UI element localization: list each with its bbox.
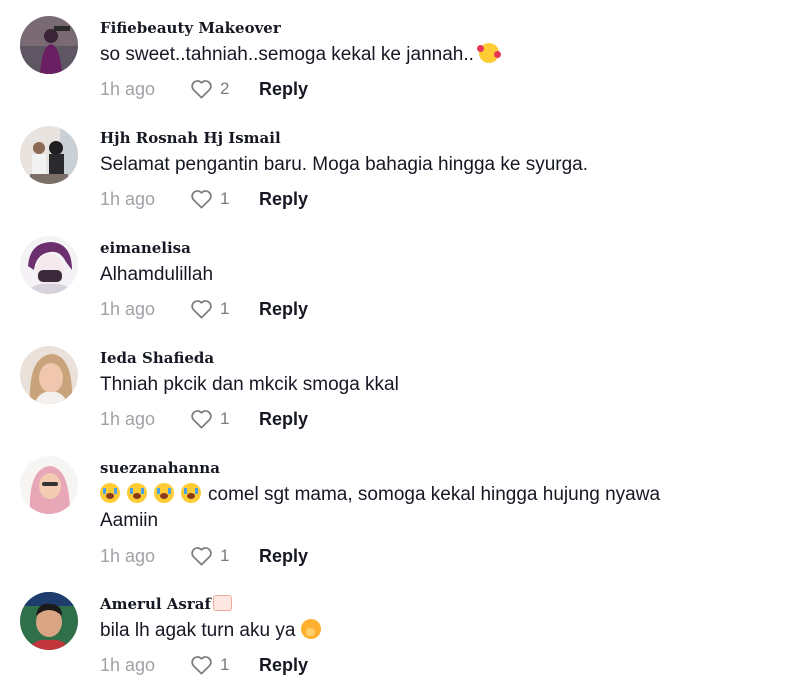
like-button[interactable]: 1	[190, 187, 229, 211]
heart-outline-icon	[191, 547, 212, 566]
smiling-face-with-hearts-icon	[477, 43, 502, 63]
like-button[interactable]: 1	[190, 544, 229, 568]
comment-meta: 1h ago 1 Reply	[100, 297, 400, 321]
comment-username-text: Amerul Asraf	[100, 595, 211, 613]
heart-outline-icon	[191, 410, 212, 429]
comment-text-content: Thniah pkcik dan mkcik smoga kkal	[100, 374, 399, 395]
avatar[interactable]	[20, 592, 78, 650]
comment-text: Thniah pkcik dan mkcik smoga kkal	[100, 372, 780, 398]
avatar[interactable]	[20, 456, 78, 514]
comment-meta: 1h ago 1 Reply	[100, 653, 400, 677]
loudly-crying-face-icon	[127, 483, 147, 503]
like-count: 1	[220, 409, 230, 428]
comment-text-content: so sweet..tahniah..semoga kekal ke janna…	[100, 44, 474, 65]
heart-outline-icon	[191, 190, 212, 209]
comment-time: 1h ago	[100, 655, 156, 675]
avatar[interactable]	[20, 236, 78, 294]
loudly-crying-face-icon	[154, 483, 174, 503]
heart-outline-icon	[191, 300, 212, 319]
comment-username[interactable]: eimanelisa	[100, 239, 191, 257]
comment-time: 1h ago	[100, 189, 156, 209]
comment-text: comel sgt mama, somoga kekal hingga huju…	[100, 482, 720, 534]
like-button[interactable]: 1	[190, 653, 229, 677]
avatar-image	[20, 456, 78, 514]
comment-text: bila lh agak turn aku ya	[100, 618, 780, 644]
comment-text-content: Selamat pengantin baru. Moga bahagia hin…	[100, 154, 589, 175]
loudly-crying-face-icon	[181, 483, 201, 503]
reply-button[interactable]: Reply	[259, 187, 308, 211]
avatar-image	[20, 16, 78, 74]
like-button[interactable]: 1	[190, 407, 229, 431]
like-count: 1	[220, 655, 230, 674]
avatar-image	[20, 346, 78, 404]
comment-username[interactable]: Fifiebeauty Makeover	[100, 19, 281, 37]
reply-button[interactable]: Reply	[259, 77, 308, 101]
comment-meta: 1h ago 1 Reply	[100, 544, 400, 568]
avatar-image	[20, 236, 78, 294]
avatar[interactable]	[20, 126, 78, 184]
reply-button[interactable]: Reply	[259, 407, 308, 431]
avatar[interactable]	[20, 16, 78, 74]
avatar-image	[20, 592, 78, 650]
comment-time: 1h ago	[100, 546, 156, 566]
comment-meta: 1h ago 2 Reply	[100, 77, 400, 101]
like-count: 1	[220, 189, 230, 208]
reply-button[interactable]: Reply	[259, 653, 308, 677]
like-count: 2	[220, 79, 230, 98]
comment-username[interactable]: Hjh Rosnah Hj Ismail	[100, 129, 281, 147]
label-tag-icon	[212, 595, 232, 611]
comment-time: 1h ago	[100, 299, 156, 319]
like-button[interactable]: 1	[190, 297, 229, 321]
comment-time: 1h ago	[100, 409, 156, 429]
avatar[interactable]	[20, 346, 78, 404]
comment-username[interactable]: Amerul Asraf	[100, 595, 232, 613]
comment-text: Alhamdulillah	[100, 262, 780, 288]
comment-text: so sweet..tahniah..semoga kekal ke janna…	[100, 42, 780, 68]
comment-text: Selamat pengantin baru. Moga bahagia hin…	[100, 152, 780, 178]
comment-meta: 1h ago 1 Reply	[100, 187, 400, 211]
reply-button[interactable]: Reply	[259, 297, 308, 321]
comment-meta: 1h ago 1 Reply	[100, 407, 400, 431]
comment-text-content: Alhamdulillah	[100, 264, 214, 285]
heart-outline-icon	[191, 80, 212, 99]
like-count: 1	[220, 546, 230, 565]
like-button[interactable]: 2	[190, 77, 229, 101]
avatar-image	[20, 126, 78, 184]
heart-outline-icon	[191, 656, 212, 675]
like-count: 1	[220, 299, 230, 318]
comment-username[interactable]: Ieda Shafieda	[100, 349, 214, 367]
reply-button[interactable]: Reply	[259, 544, 308, 568]
comment-text-content: bila lh agak turn aku ya	[100, 620, 296, 641]
loudly-crying-face-icon	[100, 483, 120, 503]
comment-time: 1h ago	[100, 79, 156, 99]
comment-username[interactable]: suezanahanna	[100, 459, 220, 477]
face-with-hand-over-mouth-icon	[300, 619, 321, 639]
